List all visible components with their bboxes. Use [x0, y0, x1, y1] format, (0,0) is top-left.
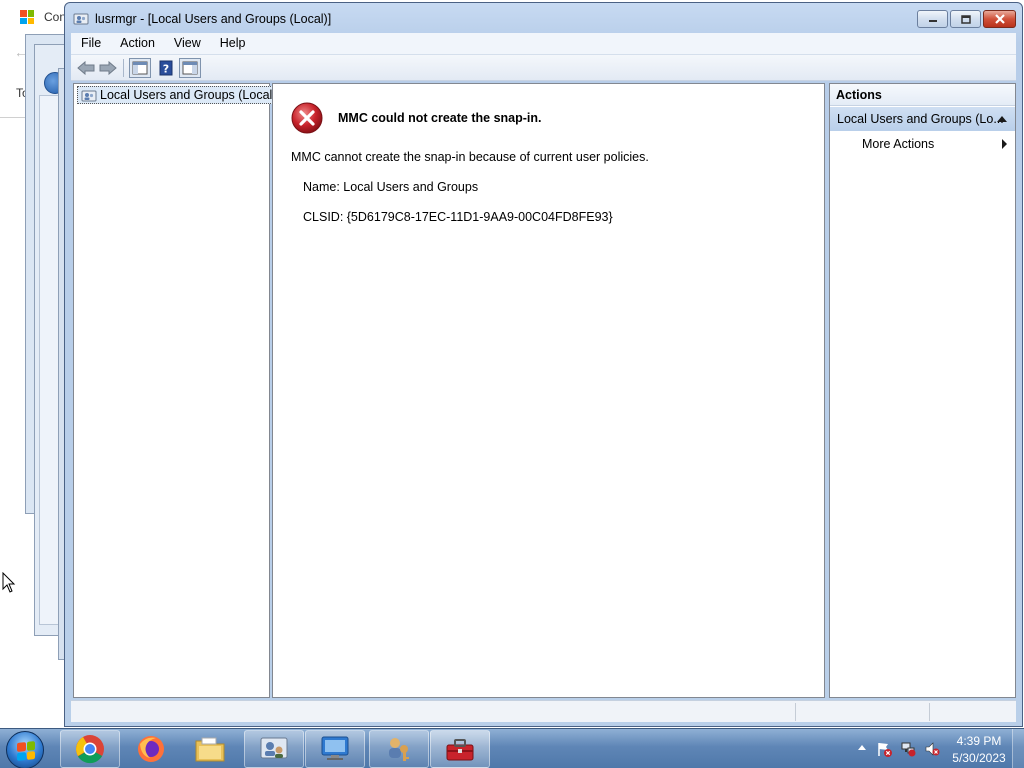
close-icon [984, 11, 1015, 27]
minimize-icon [918, 11, 947, 27]
show-hidden-icons-icon[interactable] [858, 745, 866, 750]
minimize-button[interactable] [917, 10, 948, 28]
error-message: MMC cannot create the snap-in because of… [291, 150, 649, 164]
error-snapin-name: Name: Local Users and Groups [303, 180, 479, 194]
clock-time[interactable]: 4:39 PM [948, 734, 1010, 748]
user-accounts-icon [260, 737, 288, 759]
network-icon[interactable] [900, 741, 916, 757]
background-window-title: Con [44, 10, 67, 24]
menu-bar: File Action View Help [71, 33, 1016, 55]
menu-file[interactable]: File [71, 33, 110, 55]
toolbar: ? [71, 55, 1016, 81]
taskbar-user-accounts[interactable] [244, 730, 304, 768]
volume-muted-icon[interactable] [924, 741, 940, 757]
console-tree-pane: Local Users and Groups (Local) [73, 83, 282, 698]
mmc-window: lusrmgr - [Local Users and Groups (Local… [64, 2, 1023, 727]
mouse-cursor-icon [2, 572, 16, 593]
window-title: lusrmgr - [Local Users and Groups (Local… [95, 12, 332, 26]
chrome-icon [76, 735, 104, 764]
error-icon [291, 102, 323, 134]
help-button[interactable]: ? [155, 58, 177, 78]
result-pane: MMC could not create the snap-in. MMC ca… [272, 83, 825, 698]
taskbar-file-explorer[interactable] [180, 730, 240, 768]
microsoft-logo-icon [20, 10, 34, 24]
show-hide-action-pane-button[interactable] [179, 58, 201, 78]
system-tray: 4:39 PM 5/30/2023 [834, 729, 1024, 768]
firefox-icon [138, 736, 164, 762]
show-hide-action-pane-icon [182, 61, 198, 75]
close-button[interactable] [983, 10, 1016, 28]
svg-text:?: ? [163, 63, 169, 76]
taskbar-chrome[interactable] [60, 730, 120, 768]
tree-item-label: Local Users and Groups (Local) [100, 88, 277, 102]
menu-action[interactable]: Action [110, 33, 164, 55]
collapse-up-icon[interactable] [997, 116, 1007, 122]
taskbar-users-keys[interactable] [369, 730, 429, 768]
taskbar: 4:39 PM 5/30/2023 [0, 728, 1024, 768]
taskbar-firefox[interactable] [121, 730, 181, 768]
show-desktop-button[interactable] [1012, 729, 1024, 768]
forward-arrow-icon [99, 61, 117, 75]
actions-section-label: Local Users and Groups (Lo... [837, 112, 1004, 126]
taskbar-computer-management[interactable] [430, 730, 490, 768]
show-hide-console-tree-icon [132, 61, 148, 75]
submenu-arrow-icon [1002, 139, 1007, 149]
start-button[interactable] [6, 731, 44, 768]
tree-item-local-users-and-groups[interactable]: Local Users and Groups (Local) [77, 86, 282, 104]
title-bar[interactable]: lusrmgr - [Local Users and Groups (Local… [65, 3, 1022, 33]
restore-icon [951, 11, 980, 27]
windows-logo-icon [17, 741, 35, 761]
show-hide-console-tree-button[interactable] [129, 58, 151, 78]
taskbar-remote-desktop[interactable] [305, 730, 365, 768]
actions-header: Actions [830, 84, 1015, 106]
actions-section-local-users-and-groups[interactable]: Local Users and Groups (Lo... [830, 107, 1015, 131]
remote-desktop-icon [321, 736, 349, 760]
back-arrow-icon [77, 61, 95, 75]
status-bar [71, 700, 1016, 722]
users-groups-icon [73, 13, 89, 25]
file-explorer-icon [195, 737, 225, 762]
users-groups-icon [81, 90, 97, 102]
users-keys-icon [389, 738, 409, 761]
error-clsid: CLSID: {5D6179C8-17EC-11D1-9AA9-00C04FD8… [303, 210, 613, 224]
toolbox-icon [446, 739, 474, 761]
forward-button[interactable] [97, 58, 119, 78]
action-center-flag-icon[interactable] [876, 741, 892, 757]
menu-view[interactable]: View [164, 33, 210, 55]
menu-help[interactable]: Help [210, 33, 255, 55]
back-button[interactable] [75, 58, 97, 78]
more-actions-item[interactable]: More Actions [862, 137, 934, 151]
help-icon: ? [159, 60, 173, 76]
error-title: MMC could not create the snap-in. [338, 111, 542, 125]
clock-date[interactable]: 5/30/2023 [948, 751, 1010, 765]
maximize-button[interactable] [950, 10, 981, 28]
actions-pane: Actions Local Users and Groups (Lo... Mo… [829, 83, 1016, 698]
